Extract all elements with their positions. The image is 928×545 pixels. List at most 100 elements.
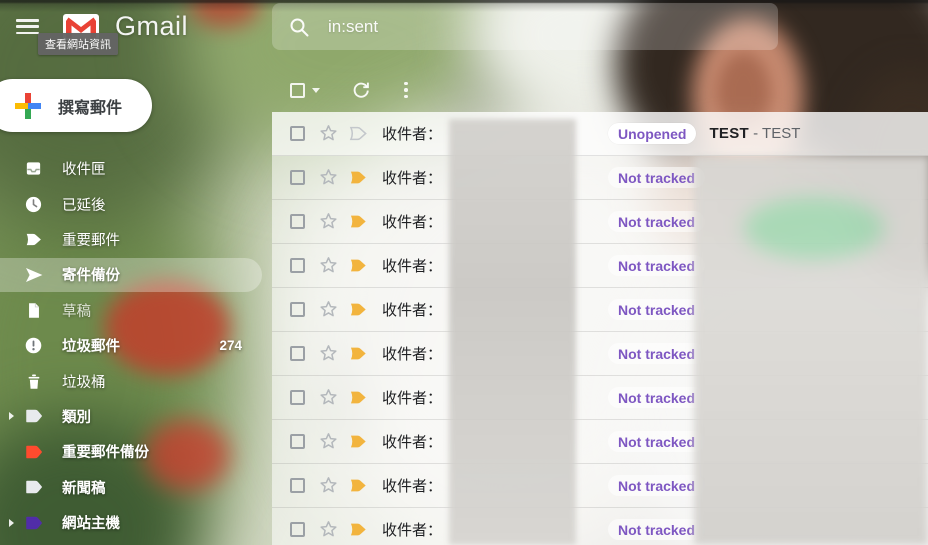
row-checkbox[interactable] [290, 390, 305, 405]
mail-row-1[interactable]: 收件者： Unopened TEST - TEST [272, 112, 928, 156]
expand-arrow-icon[interactable] [4, 412, 18, 421]
row-right-content: Not tracked [608, 387, 706, 408]
sidebar-item-label: 重要郵件備份 [62, 445, 149, 462]
expand-arrow-icon[interactable] [4, 518, 18, 527]
sidebar-nav: 收件匣 已延後 重要郵件 寄件備份 草稿 垃圾郵件 274 垃圾桶 類別 重要郵… [0, 151, 272, 540]
refresh-icon[interactable] [351, 80, 371, 100]
row-checkbox[interactable] [290, 478, 305, 493]
star-icon[interactable] [318, 475, 339, 496]
sidebar-item-clock[interactable]: 已延後 [0, 186, 272, 221]
sidebar-item-label: 重要郵件 [62, 232, 120, 249]
row-checkbox[interactable] [290, 522, 305, 537]
search-input[interactable]: in:sent [328, 17, 378, 37]
recipient-prefix: 收件者： [382, 214, 443, 231]
row-checkbox[interactable] [290, 126, 305, 141]
mail-row-9[interactable]: 收件者： Not tracked [272, 464, 928, 508]
search-bar[interactable]: in:sent [272, 3, 778, 50]
star-icon[interactable] [318, 255, 339, 276]
row-checkbox[interactable] [290, 258, 305, 273]
search-icon [290, 18, 309, 36]
select-dropdown-icon[interactable] [312, 87, 320, 93]
mail-row-3[interactable]: 收件者： Not tracked [272, 200, 928, 244]
mail-row-10[interactable]: 收件者： Not tracked [272, 508, 928, 545]
star-icon[interactable] [318, 519, 339, 540]
star-icon[interactable] [318, 343, 339, 364]
star-icon[interactable] [318, 299, 339, 320]
sidebar-item-icon [23, 406, 44, 427]
tracking-badge: Not tracked [608, 475, 706, 496]
sidebar-item-label: 網站主機 [62, 516, 120, 533]
sidebar-item-trash[interactable]: 垃圾桶 [0, 363, 272, 398]
sidebar-item-important[interactable]: 重要郵件 [0, 222, 272, 257]
importance-marker-icon[interactable] [348, 257, 369, 274]
compose-button[interactable]: 撰寫郵件 [0, 79, 152, 132]
importance-marker-icon[interactable] [348, 433, 369, 450]
sidebar-item-send[interactable]: 寄件備份 [0, 257, 272, 292]
recipient-prefix: 收件者： [382, 522, 443, 539]
sidebar-item-icon [23, 335, 44, 356]
sidebar-item-label: 已延後 [62, 197, 106, 214]
row-right-content: Not tracked [608, 431, 706, 452]
row-checkbox[interactable] [290, 434, 305, 449]
sidebar-item-icon [23, 264, 44, 285]
sidebar-item-label-10[interactable]: 網站主機 [0, 505, 272, 540]
row-right-content: Unopened TEST - TEST [608, 123, 800, 144]
sidebar-item-label: 垃圾桶 [62, 374, 106, 391]
row-checkbox[interactable] [290, 170, 305, 185]
row-checkbox[interactable] [290, 302, 305, 317]
importance-marker-icon[interactable] [348, 125, 369, 142]
sidebar-item-label: 類別 [62, 409, 91, 426]
compose-label: 撰寫郵件 [58, 99, 123, 117]
sidebar-item-spam[interactable]: 垃圾郵件 274 [0, 328, 272, 363]
tracking-badge: Unopened [608, 123, 697, 144]
recipient-prefix: 收件者： [382, 434, 443, 451]
importance-marker-icon[interactable] [348, 169, 369, 186]
importance-marker-icon[interactable] [348, 477, 369, 494]
tracking-badge: Not tracked [608, 211, 706, 232]
list-toolbar [272, 73, 410, 107]
star-icon[interactable] [318, 211, 339, 232]
mail-row-7[interactable]: 收件者： Not tracked [272, 376, 928, 420]
importance-marker-icon[interactable] [348, 521, 369, 538]
tracking-badge: Not tracked [608, 519, 706, 540]
sidebar-item-label-8[interactable]: 重要郵件備份 [0, 434, 272, 469]
tracking-badge: Not tracked [608, 167, 706, 188]
mail-row-4[interactable]: 收件者： Not tracked [272, 244, 928, 288]
row-checkbox[interactable] [290, 214, 305, 229]
sidebar-item-inbox[interactable]: 收件匣 [0, 151, 272, 186]
importance-marker-icon[interactable] [348, 389, 369, 406]
mail-row-8[interactable]: 收件者： Not tracked [272, 420, 928, 464]
sidebar-item-icon [23, 441, 44, 462]
select-all-checkbox[interactable] [290, 82, 305, 98]
row-right-content: Not tracked [608, 211, 706, 232]
sidebar-item-label-9[interactable]: 新聞稿 [0, 470, 272, 505]
recipient-prefix: 收件者： [382, 170, 443, 187]
row-checkbox[interactable] [290, 346, 305, 361]
sidebar-item-draft[interactable]: 草稿 [0, 293, 272, 328]
sidebar-item-label-7[interactable]: 類別 [0, 399, 272, 434]
row-right-content: Not tracked [608, 343, 706, 364]
importance-marker-icon[interactable] [348, 301, 369, 318]
tracking-badge: Not tracked [608, 299, 706, 320]
row-right-content: Not tracked [608, 255, 706, 276]
compose-plus-icon [15, 92, 41, 119]
importance-marker-icon[interactable] [348, 345, 369, 362]
tracking-badge: Not tracked [608, 431, 706, 452]
mail-list: 收件者： Unopened TEST - TEST 收件者： Not track… [272, 112, 928, 545]
mail-row-2[interactable]: 收件者： Not tracked [272, 156, 928, 200]
tracking-badge: Not tracked [608, 255, 706, 276]
star-icon[interactable] [318, 167, 339, 188]
mail-row-6[interactable]: 收件者： Not tracked [272, 332, 928, 376]
more-options-icon[interactable] [402, 80, 410, 101]
star-icon[interactable] [318, 431, 339, 452]
tracking-badge: Not tracked [608, 343, 706, 364]
recipient-prefix: 收件者： [382, 390, 443, 407]
sidebar-item-icon [23, 229, 44, 250]
recipient-prefix: 收件者： [382, 126, 443, 143]
star-icon[interactable] [318, 387, 339, 408]
importance-marker-icon[interactable] [348, 213, 369, 230]
site-info-tooltip: 查看網站資訊 [38, 33, 118, 55]
mail-row-5[interactable]: 收件者： Not tracked [272, 288, 928, 332]
main-menu-icon[interactable] [16, 19, 39, 34]
star-icon[interactable] [318, 123, 339, 144]
